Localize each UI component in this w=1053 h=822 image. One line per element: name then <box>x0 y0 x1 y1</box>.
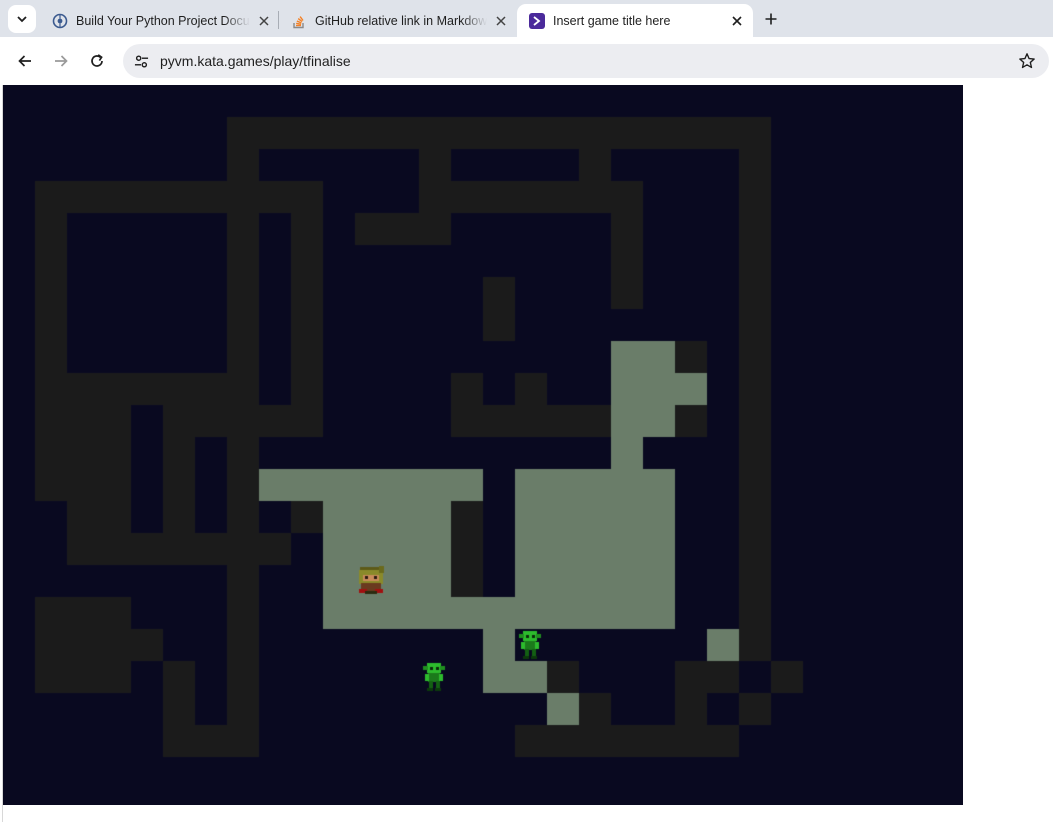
tab-title: Build Your Python Project Documentation <box>76 13 250 28</box>
browser-toolbar: pyvm.kata.games/play/tfinalise <box>0 37 1053 85</box>
katagames-favicon-icon <box>529 12 545 29</box>
arrow-right-icon <box>55 55 68 67</box>
new-tab-button[interactable] <box>758 6 784 32</box>
forward-button[interactable] <box>47 47 75 75</box>
star-icon <box>1019 53 1035 69</box>
game-canvas[interactable] <box>3 85 963 805</box>
site-info-button[interactable] <box>130 50 152 72</box>
page-viewport <box>3 85 1053 822</box>
close-tab-icon[interactable] <box>493 13 509 29</box>
tab-strip: Build Your Python Project Documentation … <box>0 0 1053 37</box>
stackoverflow-favicon-icon <box>291 13 307 29</box>
tab-search-button[interactable] <box>8 5 36 33</box>
tab-title: GitHub relative link in Markdown <box>315 13 487 28</box>
plus-icon <box>765 13 777 25</box>
address-bar[interactable]: pyvm.kata.games/play/tfinalise <box>123 44 1049 78</box>
chevron-down-icon <box>17 16 27 23</box>
tab-github-link[interactable]: GitHub relative link in Markdown <box>279 4 517 37</box>
reload-icon <box>91 54 103 67</box>
close-tab-icon[interactable] <box>256 13 272 29</box>
tune-icon <box>134 54 148 68</box>
url-text: pyvm.kata.games/play/tfinalise <box>160 53 351 69</box>
bookmark-button[interactable] <box>1017 51 1037 71</box>
back-button[interactable] <box>11 47 39 75</box>
globe-favicon-icon <box>52 13 68 29</box>
tab-docs[interactable]: Build Your Python Project Documentation <box>40 4 280 37</box>
tab-game[interactable]: Insert game title here <box>517 4 753 37</box>
reload-button[interactable] <box>83 47 111 75</box>
arrow-left-icon <box>18 55 31 67</box>
close-tab-icon[interactable] <box>729 13 745 29</box>
tab-title: Insert game title here <box>553 13 671 28</box>
